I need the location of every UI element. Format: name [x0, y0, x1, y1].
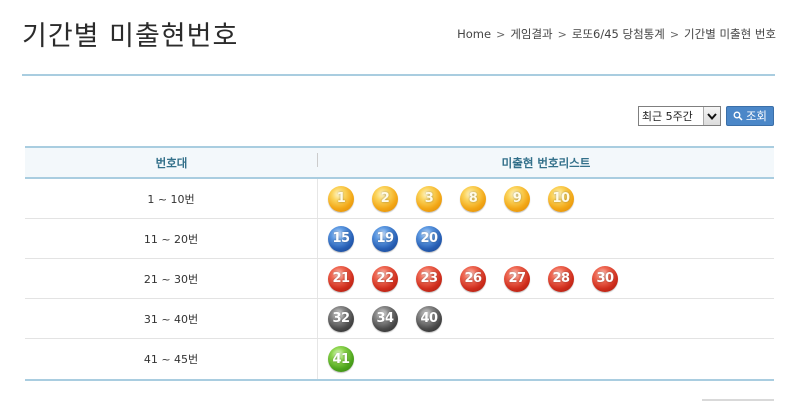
search-controls: 최근 5주간 조회 [637, 106, 774, 126]
missing-numbers-table: 번호대 미출현 번호리스트 1 ~ 10번 1 2 3 8 9 10 11 ~ 20번 15 19… [25, 146, 774, 381]
search-button-label: 조회 [745, 109, 767, 123]
ball-list: 21 22 23 26 27 28 30 [318, 265, 774, 292]
lotto-ball: 21 [328, 265, 354, 292]
lotto-ball: 40 [416, 305, 442, 332]
lotto-ball: 27 [504, 265, 530, 292]
lotto-ball: 9 [504, 185, 530, 212]
lotto-ball: 32 [328, 305, 354, 332]
page-title: 기간별 미출현번호 [22, 21, 239, 52]
range-label: 21 ~ 30번 [25, 259, 318, 298]
range-label: 31 ~ 40번 [25, 299, 318, 338]
ball-list: 15 19 20 [318, 225, 774, 252]
chevron-right-icon: > [557, 27, 567, 41]
lotto-ball: 22 [372, 265, 398, 292]
lotto-ball: 28 [548, 265, 574, 292]
range-label: 1 ~ 10번 [25, 179, 318, 218]
breadcrumb-home[interactable]: Home [457, 27, 491, 41]
table-row: 31 ~ 40번 32 34 40 [25, 299, 774, 339]
table-row: 11 ~ 20번 15 19 20 [25, 219, 774, 259]
ball-list: 1 2 3 8 9 10 [318, 185, 774, 212]
period-select[interactable]: 최근 5주간 [637, 106, 721, 126]
ball-list: 32 34 40 [318, 305, 774, 332]
magnifier-icon [733, 111, 743, 121]
period-select-value: 최근 5주간 [641, 110, 693, 123]
lotto-ball: 3 [416, 185, 442, 212]
breadcrumb-current: 기간별 미출현 번호 [684, 27, 776, 41]
lotto-ball: 20 [416, 225, 442, 252]
title-divider [22, 74, 775, 76]
lotto-ball: 23 [416, 265, 442, 292]
table-row: 21 ~ 30번 21 22 23 26 27 28 30 [25, 259, 774, 299]
lotto-ball: 15 [328, 225, 354, 252]
range-label: 11 ~ 20번 [25, 219, 318, 258]
chevron-right-icon: > [496, 27, 506, 41]
lotto-ball: 19 [372, 225, 398, 252]
chevron-right-icon: > [669, 27, 680, 41]
range-label: 41 ~ 45번 [25, 339, 318, 379]
breadcrumb-game-results[interactable]: 게임결과 [510, 26, 552, 42]
breadcrumb: Home > 게임결과 > 로또6/45 당첨통계 > 기간별 미출현 번호 [457, 26, 776, 42]
lotto-ball: 34 [372, 305, 398, 332]
chevron-down-icon[interactable] [702, 107, 720, 125]
lotto-ball: 2 [372, 185, 398, 212]
lotto-ball: 1 [328, 185, 354, 212]
lotto-ball: 30 [592, 265, 618, 292]
lotto-ball: 41 [328, 346, 354, 372]
lotto-ball: 26 [460, 265, 486, 292]
header-numbers: 미출현 번호리스트 [501, 155, 591, 170]
breadcrumb-lotto-stats[interactable]: 로또6/45 당첨통계 [572, 26, 665, 42]
ball-list: 41 [318, 346, 774, 372]
table-body: 1 ~ 10번 1 2 3 8 9 10 11 ~ 20번 15 19 20 21 ~ 30번 21 22… [25, 179, 774, 379]
search-button[interactable]: 조회 [725, 106, 774, 126]
header-range: 번호대 [25, 152, 318, 171]
table-row: 41 ~ 45번 41 [25, 339, 774, 379]
lotto-ball: 8 [460, 185, 486, 212]
table-row: 1 ~ 10번 1 2 3 8 9 10 [25, 179, 774, 219]
lotto-ball: 10 [548, 185, 574, 212]
table-header: 번호대 미출현 번호리스트 [25, 148, 774, 179]
